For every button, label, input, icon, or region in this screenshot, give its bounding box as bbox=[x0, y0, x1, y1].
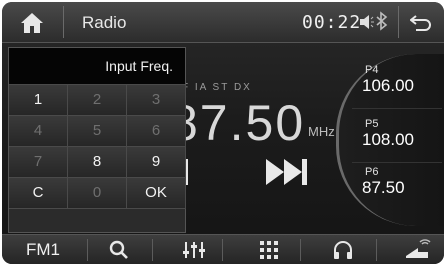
preset-frequency: 87.50 bbox=[362, 178, 405, 197]
key-8[interactable]: 8 bbox=[68, 147, 127, 178]
bottom-bar: FM1 bbox=[2, 234, 444, 264]
keypad-icon[interactable] bbox=[259, 239, 279, 264]
speaker-icon bbox=[359, 14, 375, 35]
radio-screen: Radio 00:22 F IA ST DX 87.50 MHz P4 106.… bbox=[0, 0, 446, 267]
frequency-input[interactable]: Input Freq. bbox=[9, 48, 185, 85]
frequency-display: 87.50 bbox=[170, 95, 306, 151]
headphones-icon[interactable] bbox=[332, 239, 354, 264]
preset-label: P6 bbox=[365, 166, 379, 178]
radio-app: Radio 00:22 F IA ST DX 87.50 MHz P4 106.… bbox=[2, 2, 444, 264]
key-clear[interactable]: C bbox=[9, 178, 68, 209]
key-1[interactable]: 1 bbox=[9, 85, 68, 116]
home-icon[interactable] bbox=[20, 12, 44, 34]
key-9[interactable]: 9 bbox=[127, 147, 186, 178]
key-7[interactable]: 7 bbox=[9, 147, 68, 178]
band-button[interactable]: FM1 bbox=[26, 240, 60, 260]
preset-p5[interactable]: P5 108.00 bbox=[352, 116, 442, 163]
frequency-unit: MHz bbox=[308, 124, 335, 139]
frequency-keypad: Input Freq. 1 2 3 4 5 6 7 8 9 C 0 OK bbox=[8, 47, 186, 233]
preset-label: P4 bbox=[365, 64, 379, 76]
divider bbox=[152, 239, 153, 261]
divider bbox=[87, 239, 88, 261]
input-label: Input Freq. bbox=[105, 58, 173, 74]
key-6[interactable]: 6 bbox=[127, 116, 186, 147]
divider bbox=[376, 239, 377, 261]
preset-label: P5 bbox=[365, 118, 379, 130]
key-ok[interactable]: OK bbox=[127, 178, 186, 209]
seek-forward-button[interactable] bbox=[264, 157, 310, 192]
top-bar: Radio 00:22 bbox=[2, 2, 444, 43]
divider bbox=[63, 6, 64, 38]
key-3[interactable]: 3 bbox=[127, 85, 186, 116]
app-title: Radio bbox=[82, 13, 127, 32]
divider bbox=[398, 6, 399, 38]
preset-p4[interactable]: P4 106.00 bbox=[352, 62, 442, 109]
equalizer-icon[interactable] bbox=[182, 239, 206, 264]
bluetooth-icon bbox=[375, 11, 389, 36]
divider bbox=[222, 239, 223, 261]
search-icon[interactable] bbox=[108, 239, 130, 264]
preset-frequency: 106.00 bbox=[362, 76, 414, 95]
key-5[interactable]: 5 bbox=[68, 116, 127, 147]
antenna-icon[interactable] bbox=[404, 239, 432, 264]
key-2[interactable]: 2 bbox=[68, 85, 127, 116]
clock: 00:22 bbox=[302, 12, 362, 33]
preset-p6[interactable]: P6 87.50 bbox=[352, 164, 442, 210]
divider bbox=[300, 239, 301, 261]
key-4[interactable]: 4 bbox=[9, 116, 68, 147]
preset-frequency: 108.00 bbox=[362, 130, 414, 149]
key-0[interactable]: 0 bbox=[68, 178, 127, 209]
band-flags: F IA ST DX bbox=[182, 82, 252, 93]
back-icon[interactable] bbox=[409, 12, 432, 37]
